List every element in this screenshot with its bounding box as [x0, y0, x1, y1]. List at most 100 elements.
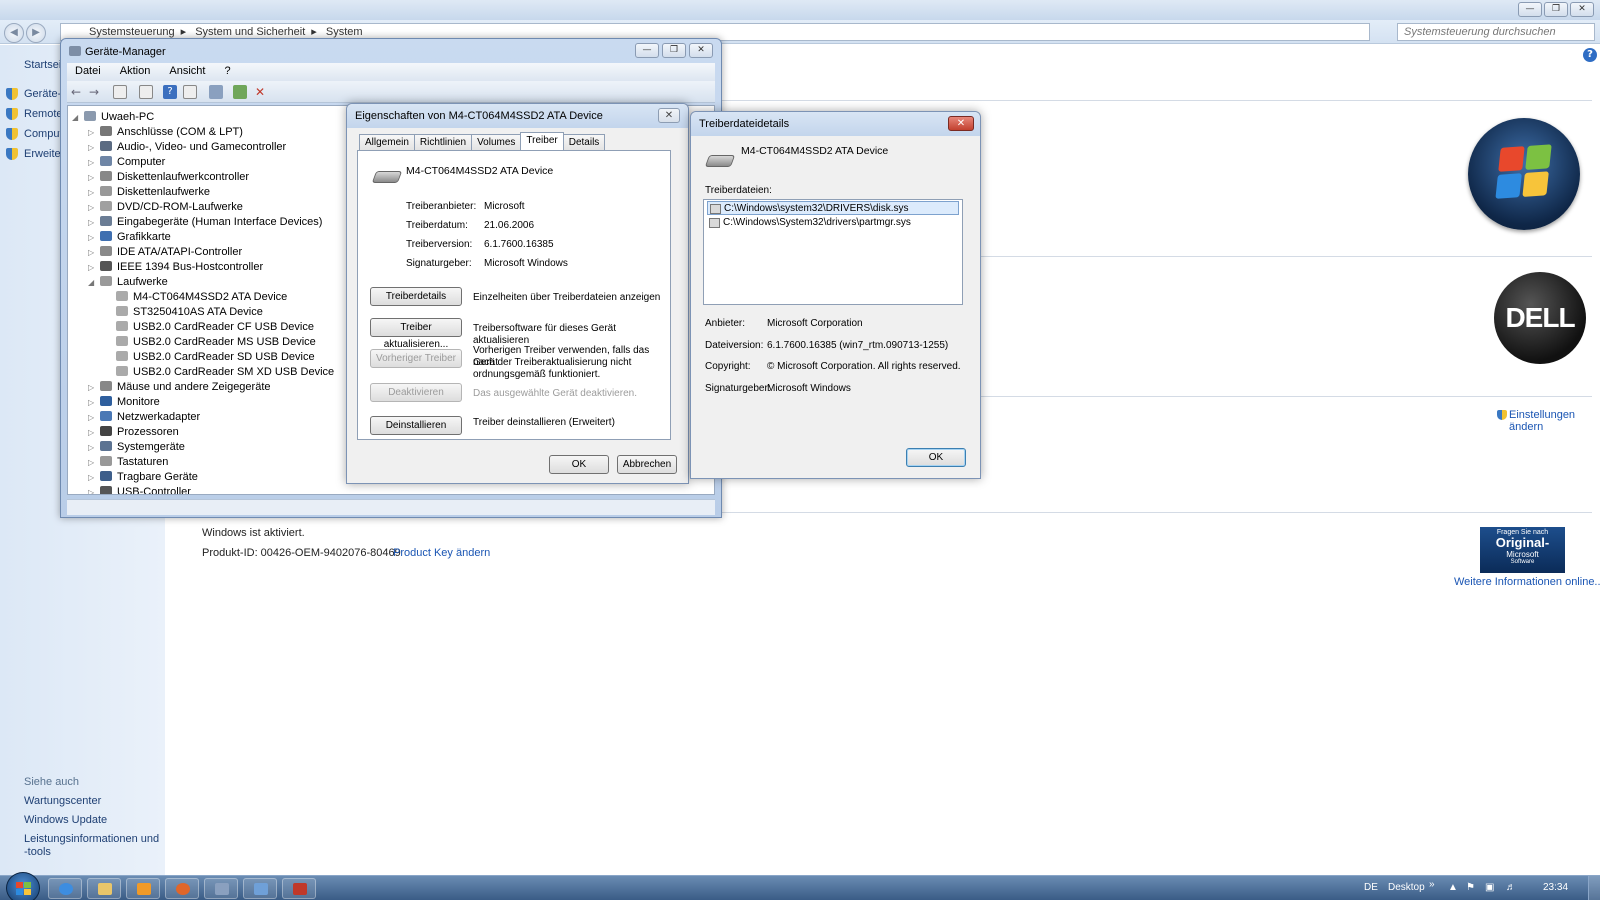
clock[interactable]: 23:34 [1543, 882, 1568, 893]
tree-node[interactable]: ▷ IDE ATA/ATAPI-Controller [88, 245, 242, 260]
tree-node[interactable]: ▷ Audio-, Video- und Gamecontroller [88, 140, 286, 155]
start-button[interactable] [6, 872, 40, 900]
tree-leaf[interactable]: M4-CT064M4SSD2 ATA Device [116, 290, 287, 305]
see-also-link[interactable]: -tools [24, 846, 51, 858]
show-hidden-icons-icon[interactable]: ▲ [1448, 882, 1458, 893]
tree-node[interactable]: ▷ USB-Controller [88, 485, 191, 494]
chevron-icon[interactable]: » [1429, 879, 1435, 890]
minimize-button[interactable]: — [1518, 2, 1542, 17]
tab-allgemein[interactable]: Allgemein [359, 134, 415, 150]
tree-leaf[interactable]: USB2.0 CardReader SM XD USB Device [116, 365, 334, 380]
uninstall-button[interactable]: Deinstallieren [370, 416, 462, 435]
volume-icon[interactable]: ♬ [1506, 882, 1516, 893]
tree-leaf[interactable]: USB2.0 CardReader CF USB Device [116, 320, 314, 335]
tree-node[interactable]: ▷ Systemgeräte [88, 440, 185, 455]
update-driver-icon[interactable] [233, 85, 247, 99]
menu-ansicht[interactable]: Ansicht [161, 63, 213, 79]
taskbar-ie-button[interactable] [48, 878, 82, 899]
tree-node[interactable]: ▷ Tragbare Geräte [88, 470, 198, 485]
close-button[interactable]: ✕ [658, 108, 680, 123]
menu-datei[interactable]: Datei [67, 63, 109, 79]
product-key-link[interactable]: Product Key ändern [393, 547, 490, 559]
close-button[interactable]: ✕ [689, 43, 713, 58]
tree-node[interactable]: ▷ Computer [88, 155, 165, 170]
tree-node-expanded[interactable]: ◢ Laufwerke [88, 275, 168, 290]
tree-leaf[interactable]: USB2.0 CardReader MS USB Device [116, 335, 316, 350]
properties-icon[interactable] [139, 85, 153, 99]
taskbar-app-button[interactable] [282, 878, 316, 899]
change-settings-link-2[interactable]: ändern [1509, 421, 1543, 433]
maximize-button[interactable]: ❐ [662, 43, 686, 58]
see-also-link[interactable]: Leistungsinformationen und [24, 833, 159, 845]
network-icon[interactable]: ▣ [1485, 882, 1494, 893]
update-driver-button[interactable]: Treiber aktualisieren... [370, 318, 462, 350]
close-button[interactable]: ✕ [948, 116, 974, 131]
scan-hardware-icon[interactable] [209, 85, 223, 99]
breadcrumb-item[interactable]: System und Sicherheit [195, 26, 305, 38]
close-button[interactable]: ✕ [1570, 2, 1594, 17]
show-desktop-button[interactable] [1588, 876, 1600, 900]
list-icon[interactable] [183, 85, 197, 99]
search-input[interactable]: Systemsteuerung durchsuchen [1397, 23, 1595, 41]
tab-treiber[interactable]: Treiber [520, 132, 564, 150]
tree-node[interactable]: ▷ Diskettenlaufwerke [88, 185, 210, 200]
rollback-driver-button[interactable]: Vorheriger Treiber [370, 349, 462, 368]
taskbar-device-manager-button[interactable] [204, 878, 238, 899]
tree-leaf[interactable]: USB2.0 CardReader SD USB Device [116, 350, 315, 365]
minimize-button[interactable]: — [635, 43, 659, 58]
tree-node[interactable]: ▷ Netzwerkadapter [88, 410, 200, 425]
tree-root[interactable]: ◢ Uwaeh-PC [72, 110, 154, 125]
taskbar-media-button[interactable] [126, 878, 160, 899]
tree-node[interactable]: ▷ Diskettenlaufwerkcontroller [88, 170, 249, 185]
ok-button[interactable]: OK [906, 448, 966, 467]
taskbar-firefox-button[interactable] [165, 878, 199, 899]
tree-node[interactable]: ▷ Grafikkarte [88, 230, 171, 245]
uninstall-icon[interactable]: ✕ [253, 85, 267, 99]
cancel-button[interactable]: Abbrechen [617, 455, 677, 474]
genuine-microsoft-badge[interactable]: Fragen Sie nach Original- Microsoft Soft… [1480, 527, 1565, 573]
tree-node[interactable]: ▷ Mäuse und andere Zeigegeräte [88, 380, 271, 395]
tree-node[interactable]: ▷ DVD/CD-ROM-Laufwerke [88, 200, 243, 215]
action-center-flag-icon[interactable]: ⚑ [1466, 882, 1475, 893]
tree-node[interactable]: ▷ Prozessoren [88, 425, 179, 440]
task-link[interactable]: Startseit [24, 59, 64, 71]
see-also-link[interactable]: Wartungscenter [24, 795, 101, 807]
forward-arrow-icon[interactable]: → [89, 85, 103, 99]
tab-richtlinien[interactable]: Richtlinien [413, 134, 473, 150]
driver-details-button[interactable]: Treiberdetails [370, 287, 462, 306]
see-also-link[interactable]: Windows Update [24, 814, 107, 826]
tree-leaf[interactable]: ST3250410AS ATA Device [116, 305, 263, 320]
tree-node[interactable]: ▷ Tastaturen [88, 455, 168, 470]
driver-file-item[interactable]: C:\Windows\System32\drivers\partmgr.sys [707, 216, 911, 230]
back-arrow-icon[interactable]: ← [71, 85, 85, 99]
menu-aktion[interactable]: Aktion [112, 63, 159, 79]
desktop-toolbar[interactable]: Desktop [1388, 882, 1425, 893]
driver-file-item[interactable]: C:\Windows\system32\DRIVERS\disk.sys [707, 201, 959, 215]
task-link[interactable]: Comput [24, 128, 63, 140]
menu-help[interactable]: ? [217, 63, 239, 79]
tree-node[interactable]: ▷ Anschlüsse (COM & LPT) [88, 125, 243, 140]
back-button[interactable]: ◀ [4, 23, 24, 43]
driver-files-list[interactable]: C:\Windows\system32\DRIVERS\disk.sys C:\… [703, 199, 963, 305]
help-icon[interactable]: ? [1583, 48, 1597, 62]
task-link[interactable]: Erweiter [24, 148, 64, 160]
disable-button[interactable]: Deaktivieren [370, 383, 462, 402]
task-link[interactable]: Remote [24, 108, 63, 120]
tab-volumes[interactable]: Volumes [471, 134, 522, 150]
forward-button[interactable]: ▶ [26, 23, 46, 43]
tree-node[interactable]: ▷ IEEE 1394 Bus-Hostcontroller [88, 260, 263, 275]
language-indicator[interactable]: DE [1364, 882, 1378, 893]
view-icon[interactable] [113, 85, 127, 99]
more-info-link[interactable]: Weitere Informationen online... [1454, 576, 1600, 588]
change-settings-link[interactable]: Einstellungen [1509, 409, 1575, 421]
ok-button[interactable]: OK [549, 455, 609, 474]
breadcrumb-item[interactable]: Systemsteuerung [89, 26, 175, 38]
taskbar-explorer-button[interactable] [87, 878, 121, 899]
maximize-button[interactable]: ❐ [1544, 2, 1568, 17]
taskbar-control-panel-button[interactable] [243, 878, 277, 899]
tree-node[interactable]: ▷ Monitore [88, 395, 160, 410]
tab-details[interactable]: Details [562, 134, 606, 150]
help-icon[interactable]: ? [163, 85, 177, 99]
breadcrumb-item[interactable]: System [326, 26, 363, 38]
tree-node[interactable]: ▷ Eingabegeräte (Human Interface Devices) [88, 215, 322, 230]
